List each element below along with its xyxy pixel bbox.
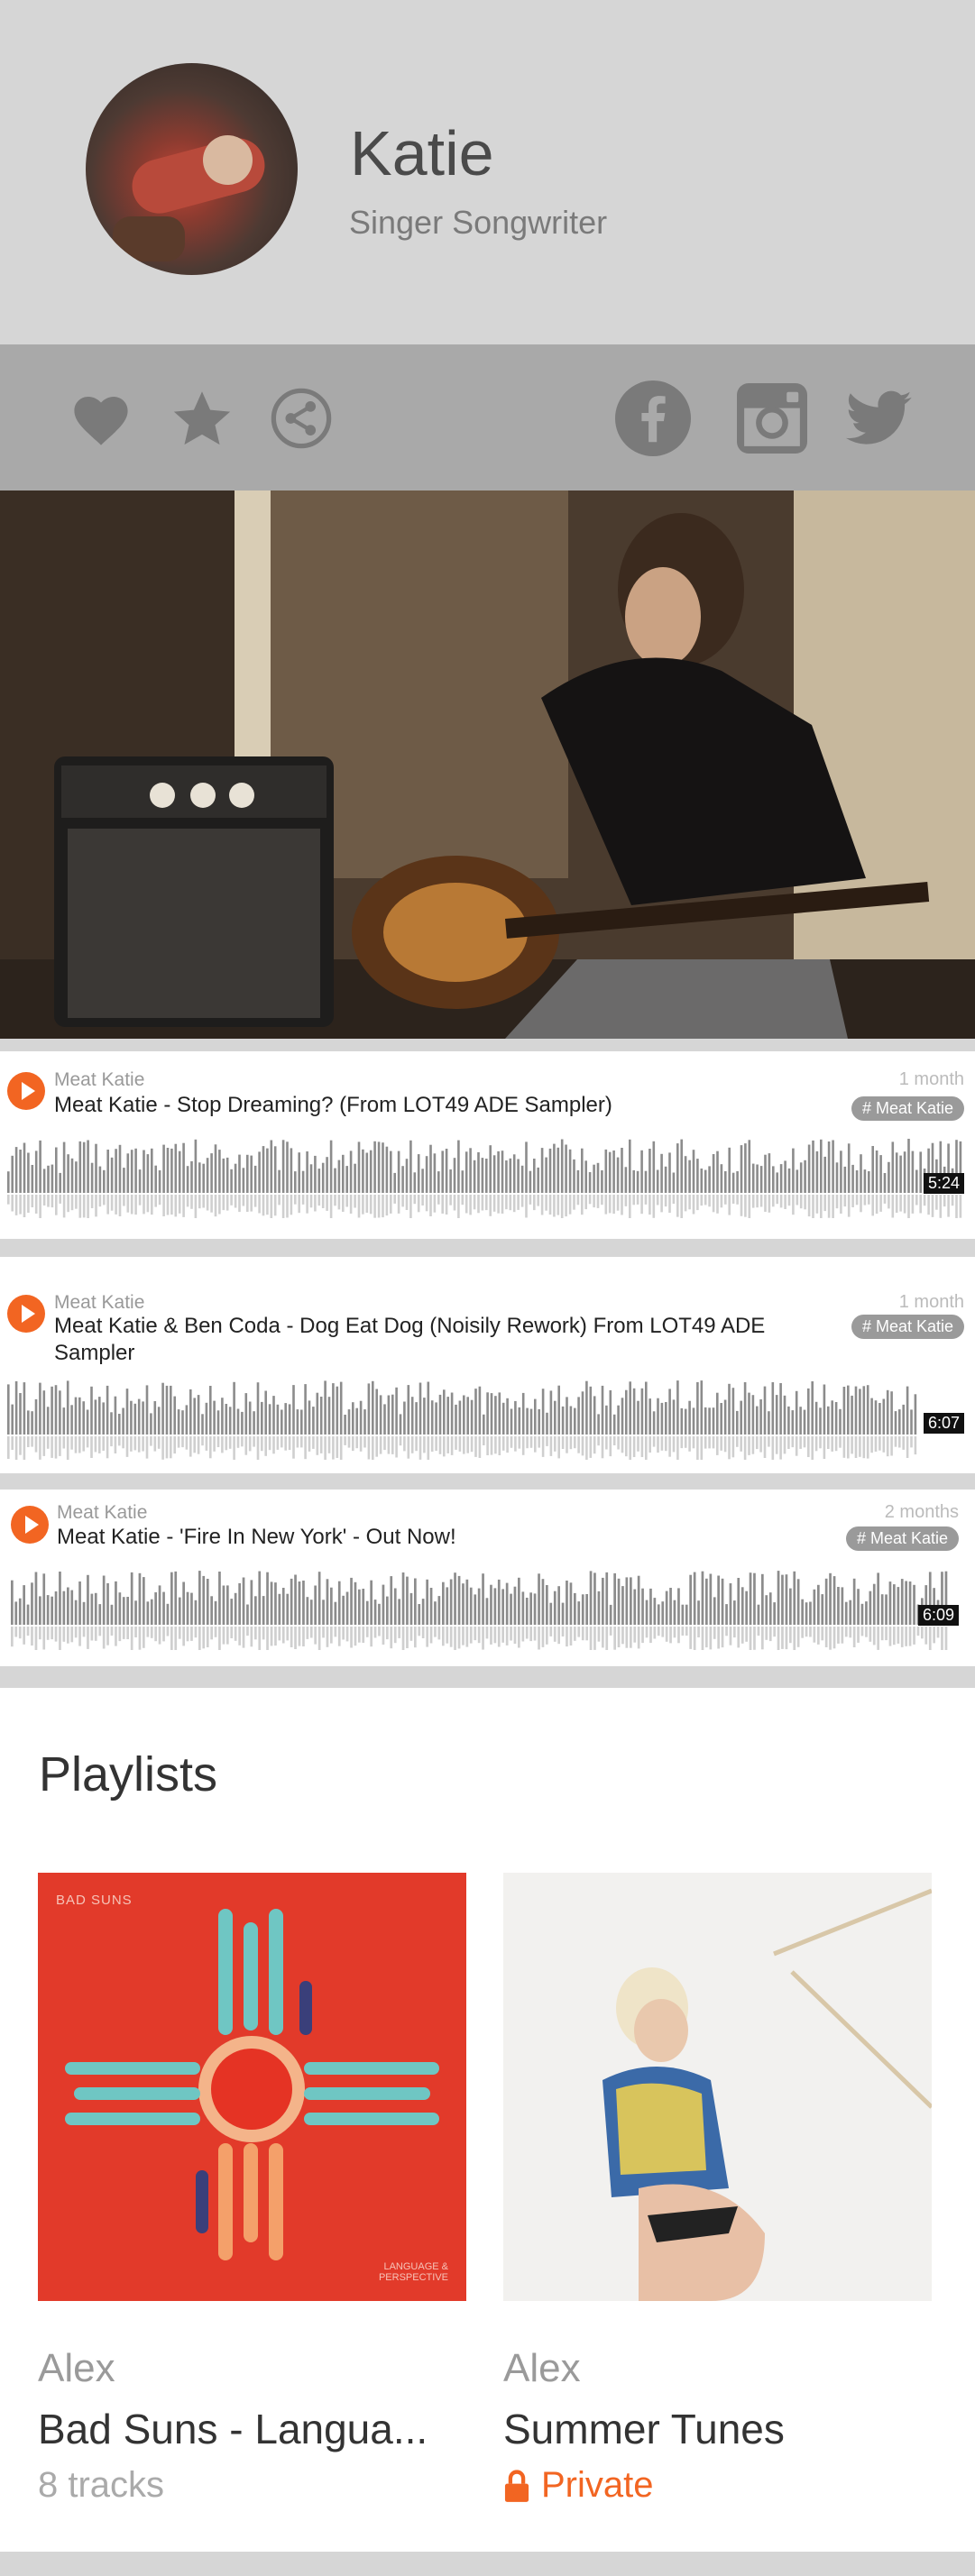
- track-artist[interactable]: Meat Katie: [57, 1502, 147, 1524]
- playlist-track-count: 8 tracks: [38, 2465, 165, 2505]
- track-duration: 5:24: [923, 1173, 964, 1194]
- track-title[interactable]: Meat Katie - 'Fire In New York' - Out No…: [57, 1524, 456, 1551]
- share-icon[interactable]: [269, 386, 334, 451]
- profile-subtitle: Singer Songwriter: [349, 204, 608, 241]
- twitter-icon[interactable]: [843, 386, 915, 451]
- track-title[interactable]: Meat Katie - Stop Dreaming? (From LOT49 …: [54, 1092, 612, 1119]
- playlist-private: Private: [503, 2465, 654, 2506]
- track-title[interactable]: Meat Katie & Ben Coda - Dog Eat Dog (Noi…: [54, 1313, 830, 1367]
- play-button[interactable]: [7, 1072, 45, 1110]
- playlist-cover[interactable]: [503, 1873, 932, 2301]
- track-card[interactable]: Meat Katie Meat Katie - Stop Dreaming? (…: [0, 1051, 975, 1239]
- waveform[interactable]: [11, 1569, 949, 1650]
- waveform[interactable]: [7, 1137, 963, 1218]
- profile-header: Katie Singer Songwriter: [0, 0, 975, 344]
- track-card[interactable]: Meat Katie Meat Katie - 'Fire In New Yor…: [0, 1490, 975, 1666]
- track-duration: 6:07: [923, 1413, 964, 1434]
- facebook-icon[interactable]: [615, 380, 691, 456]
- action-bar: [0, 344, 975, 490]
- waveform[interactable]: [7, 1379, 918, 1460]
- playlist-card[interactable]: BAD SUNS LANGUAGE & PERSPECTIVE Alex Bad…: [38, 1873, 466, 2505]
- avatar[interactable]: [86, 63, 298, 275]
- track-tag[interactable]: # Meat Katie: [851, 1096, 964, 1121]
- playlists-section: Playlists BAD SUNS LANGUAGE & PERSPECTIV…: [0, 1688, 975, 2552]
- heart-icon[interactable]: [69, 386, 133, 451]
- track-artist[interactable]: Meat Katie: [54, 1292, 144, 1314]
- private-label: Private: [541, 2465, 654, 2505]
- track-duration: 6:09: [917, 1605, 959, 1626]
- track-artist[interactable]: Meat Katie: [54, 1069, 144, 1091]
- playlist-card[interactable]: Alex Summer Tunes Private: [503, 1873, 932, 2505]
- track-age: 1 month: [898, 1069, 964, 1089]
- track-card[interactable]: Meat Katie Meat Katie & Ben Coda - Dog E…: [0, 1257, 975, 1473]
- bottom-bar: [0, 2552, 975, 2576]
- profile-name: Katie: [350, 118, 494, 188]
- track-age: 2 months: [884, 1502, 959, 1522]
- track-tag[interactable]: # Meat Katie: [845, 1526, 959, 1551]
- lock-icon: [504, 2469, 529, 2502]
- playlists-heading: Playlists: [39, 1747, 218, 1801]
- track-tag[interactable]: # Meat Katie: [851, 1315, 964, 1339]
- instagram-icon[interactable]: [736, 382, 808, 454]
- playlist-user[interactable]: Alex: [503, 2346, 581, 2391]
- play-button[interactable]: [7, 1295, 45, 1333]
- hero-photo: [0, 490, 975, 1039]
- playlist-title[interactable]: Bad Suns - Langua...: [38, 2405, 428, 2453]
- playlist-user[interactable]: Alex: [38, 2346, 115, 2391]
- playlist-title[interactable]: Summer Tunes: [503, 2405, 785, 2453]
- track-age: 1 month: [898, 1292, 964, 1312]
- playlist-cover[interactable]: BAD SUNS LANGUAGE & PERSPECTIVE: [38, 1873, 466, 2301]
- play-button[interactable]: [11, 1506, 49, 1544]
- star-icon[interactable]: [170, 386, 235, 451]
